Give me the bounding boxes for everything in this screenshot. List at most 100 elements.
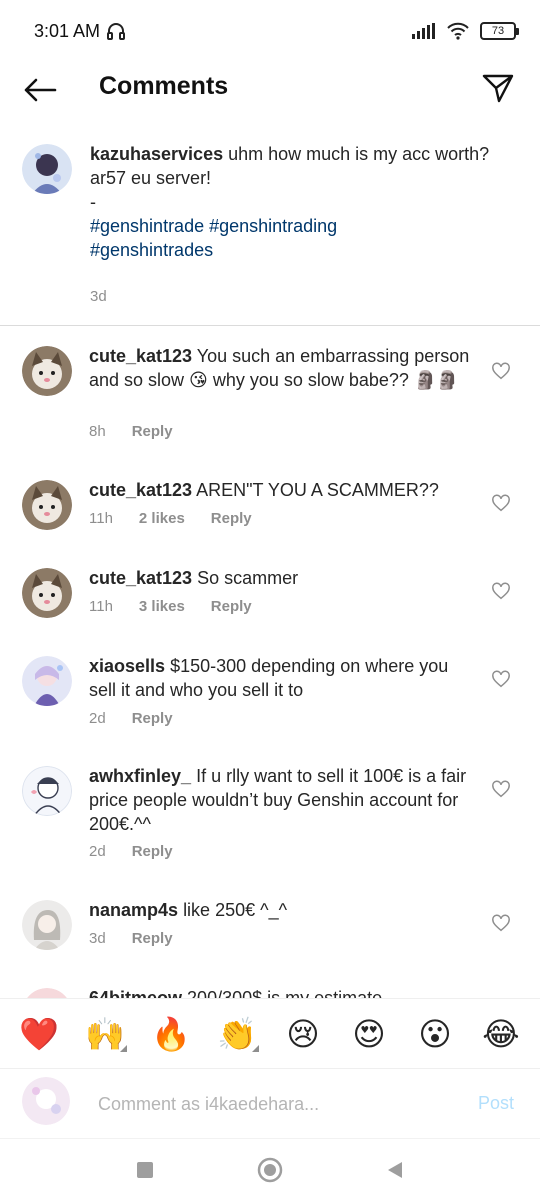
comment-text: awhxfinley_ If u rlly want to sell it 10… [89, 764, 479, 836]
comment-username[interactable]: xiaosells [89, 656, 165, 676]
avatar[interactable] [22, 568, 72, 618]
heart-icon[interactable] [491, 582, 511, 600]
comment-username[interactable]: nanamp4s [89, 900, 178, 920]
caption-hashtags-2[interactable]: #genshintrades [90, 240, 213, 260]
circle-icon [257, 1157, 283, 1182]
wifi-icon [447, 22, 469, 40]
heart-icon[interactable] [491, 494, 511, 512]
cat-avatar-image [22, 346, 72, 396]
caption-username[interactable]: kazuhaservices [90, 144, 223, 164]
avatar[interactable] [22, 900, 72, 950]
emoji-crying[interactable]: 😢 [277, 1014, 329, 1054]
signal-icon [412, 23, 435, 39]
anime-avatar-image [22, 656, 72, 706]
comment-input[interactable] [98, 1089, 438, 1119]
comment-body: So scammer [197, 568, 299, 588]
reply-button[interactable]: Reply [211, 510, 252, 527]
emoji-raising-hands-glyph: 🙌 [85, 1015, 125, 1052]
share-button[interactable] [478, 68, 518, 108]
heart-icon[interactable] [491, 670, 511, 688]
send-icon [482, 74, 514, 103]
avatar[interactable] [22, 346, 72, 396]
avatar[interactable] [22, 766, 72, 816]
sketch-avatar-image [22, 766, 72, 816]
avatar[interactable] [22, 480, 72, 530]
avatar[interactable] [22, 656, 72, 706]
comment-text: cute_kat123 So scammer [89, 566, 479, 590]
emoji-heart-eyes[interactable]: 😍 [343, 1014, 395, 1054]
comment-body: 200/300$ is my estimate [187, 988, 383, 998]
comment-text: 64bitmeow 200/300$ is my estimate [89, 986, 479, 998]
comment-time: 2d [89, 843, 106, 860]
comment-time: 8h [89, 423, 106, 440]
back-button[interactable] [20, 70, 60, 110]
avatar[interactable] [22, 988, 72, 998]
post-button[interactable]: Post [478, 1093, 514, 1114]
post-caption: kazuhaservices uhm how much is my acc wo… [0, 140, 540, 326]
comment-item: cute_kat123 So scammer 11h 3 likes Reply [0, 566, 540, 626]
comment-username[interactable]: 64bitmeow [89, 988, 182, 998]
battery-level: 73 [491, 25, 505, 37]
avatar-image [22, 1077, 70, 1125]
comment-likes[interactable]: 3 likes [139, 598, 185, 615]
triangle-back-icon [388, 1161, 402, 1178]
avatar[interactable] [22, 144, 72, 194]
comment-item: xiaosells $150-300 depending on where yo… [0, 654, 540, 734]
current-user-avatar [22, 1077, 70, 1125]
comment-composer: Post [0, 1068, 540, 1138]
comment-item: awhxfinley_ If u rlly want to sell it 10… [0, 764, 540, 864]
emoji-surprised[interactable]: 😮 [409, 1014, 461, 1054]
headphones-icon [107, 23, 126, 40]
caption-line-3: - [90, 192, 96, 212]
skin-tone-indicator-icon [252, 1044, 259, 1052]
caption-text: kazuhaservices uhm how much is my acc wo… [90, 142, 490, 262]
status-right: 73 [412, 22, 519, 40]
status-left: 3:01 AM [34, 21, 126, 42]
reply-button[interactable]: Reply [132, 710, 173, 727]
emoji-heart[interactable]: ❤️ [13, 1014, 65, 1054]
emoji-fire[interactable]: 🔥 [145, 1014, 197, 1054]
comment-text: nanamp4s like 250€ ^_^ [89, 898, 479, 922]
home-button[interactable] [255, 1155, 285, 1185]
emoji-raising-hands[interactable]: 🙌 [79, 1014, 131, 1054]
comment-username[interactable]: cute_kat123 [89, 480, 192, 500]
reply-button[interactable]: Reply [132, 930, 173, 947]
comment-meta: 3d Reply [89, 930, 173, 947]
heart-icon[interactable] [491, 780, 511, 798]
caption-hashtags-1[interactable]: #genshintrade #genshintrading [90, 216, 337, 236]
comment-username[interactable]: cute_kat123 [89, 568, 192, 588]
comment-text: xiaosells $150-300 depending on where yo… [89, 654, 479, 702]
comment-item: nanamp4s like 250€ ^_^ 3d Reply [0, 898, 540, 958]
system-nav-bar [0, 1138, 540, 1200]
avatar-image [27, 988, 67, 998]
status-time: 3:01 AM [34, 20, 101, 41]
skin-tone-indicator-icon [120, 1044, 127, 1052]
comment-item: cute_kat123 AREN"T YOU A SCAMMER?? 11h 2… [0, 478, 540, 538]
reply-button[interactable]: Reply [211, 598, 252, 615]
reply-button[interactable]: Reply [132, 843, 173, 860]
status-bar: 3:01 AM 73 [0, 0, 540, 62]
comment-meta: 2d Reply [89, 710, 173, 727]
reply-button[interactable]: Reply [132, 423, 173, 440]
cat-avatar-image [22, 568, 72, 618]
comment-username[interactable]: cute_kat123 [89, 346, 192, 366]
emoji-clapping[interactable]: 👏 [211, 1014, 263, 1054]
heart-icon[interactable] [491, 914, 511, 932]
heart-icon[interactable] [491, 362, 511, 380]
comment-time: 11h [89, 598, 113, 615]
back-nav-button[interactable] [380, 1155, 410, 1185]
caption-line-1: uhm how much is my acc worth? [228, 144, 490, 164]
comment-body: like 250€ ^_^ [183, 900, 288, 920]
comment-time: 2d [89, 710, 106, 727]
comment-body: AREN"T YOU A SCAMMER?? [196, 480, 439, 500]
comment-likes[interactable]: 2 likes [139, 510, 185, 527]
square-icon [137, 1161, 153, 1178]
comment-time: 11h [89, 510, 113, 527]
comment-time: 3d [89, 930, 106, 947]
portrait-avatar-image [22, 900, 72, 950]
recents-button[interactable] [130, 1155, 160, 1185]
arrow-left-icon [24, 78, 57, 102]
comment-username[interactable]: awhxfinley_ [89, 766, 191, 786]
emoji-laughing[interactable]: 😂 [475, 1014, 527, 1054]
caption-time: 3d [90, 288, 107, 305]
